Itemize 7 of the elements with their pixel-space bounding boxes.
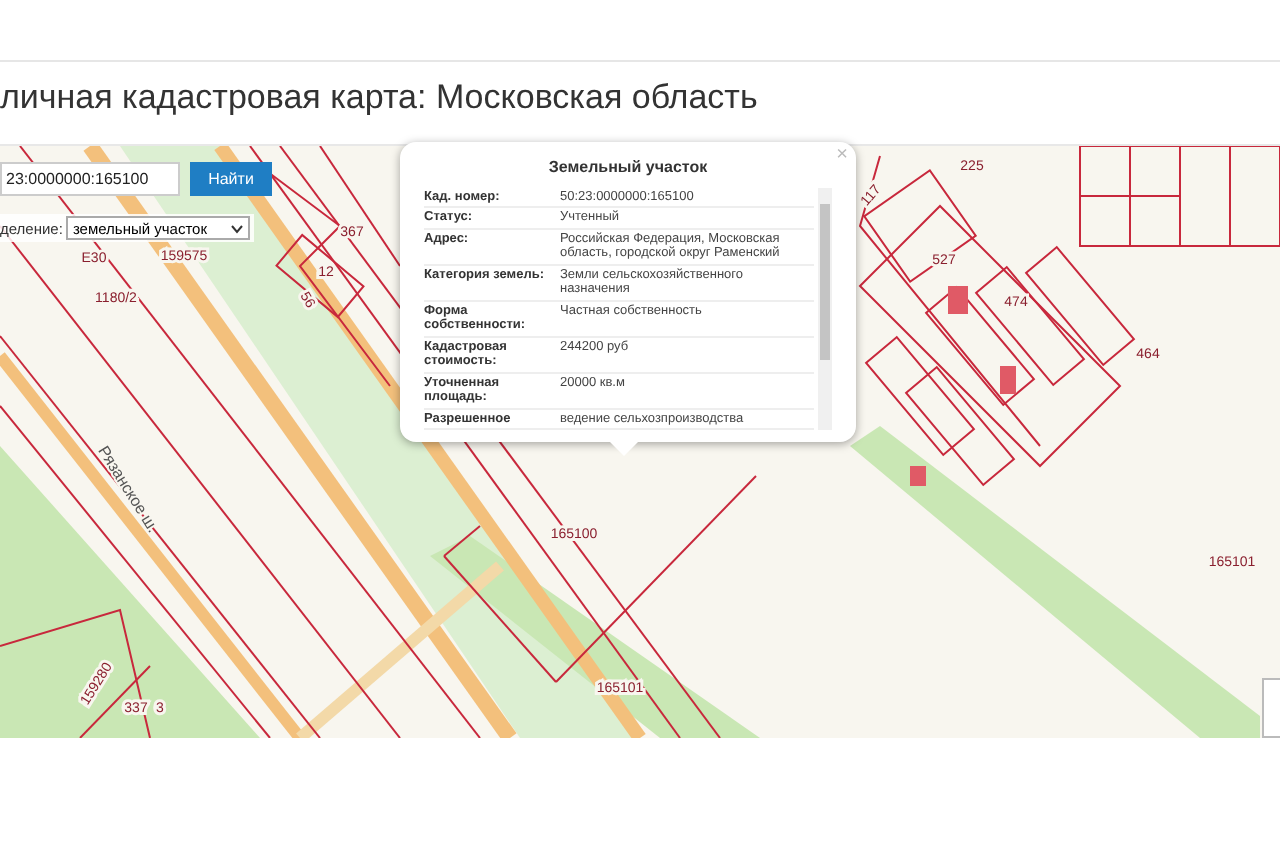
search-field[interactable]: 23:0000000:165100 bbox=[0, 162, 180, 196]
find-button[interactable]: Найти bbox=[190, 162, 272, 196]
scrollbar[interactable] bbox=[818, 188, 832, 431]
chevron-icon bbox=[230, 223, 245, 233]
map-control[interactable] bbox=[1262, 678, 1280, 738]
popup-title: Земельный участок bbox=[546, 158, 710, 176]
page-title: личная кадастровая карта: Московская область bbox=[0, 76, 760, 120]
